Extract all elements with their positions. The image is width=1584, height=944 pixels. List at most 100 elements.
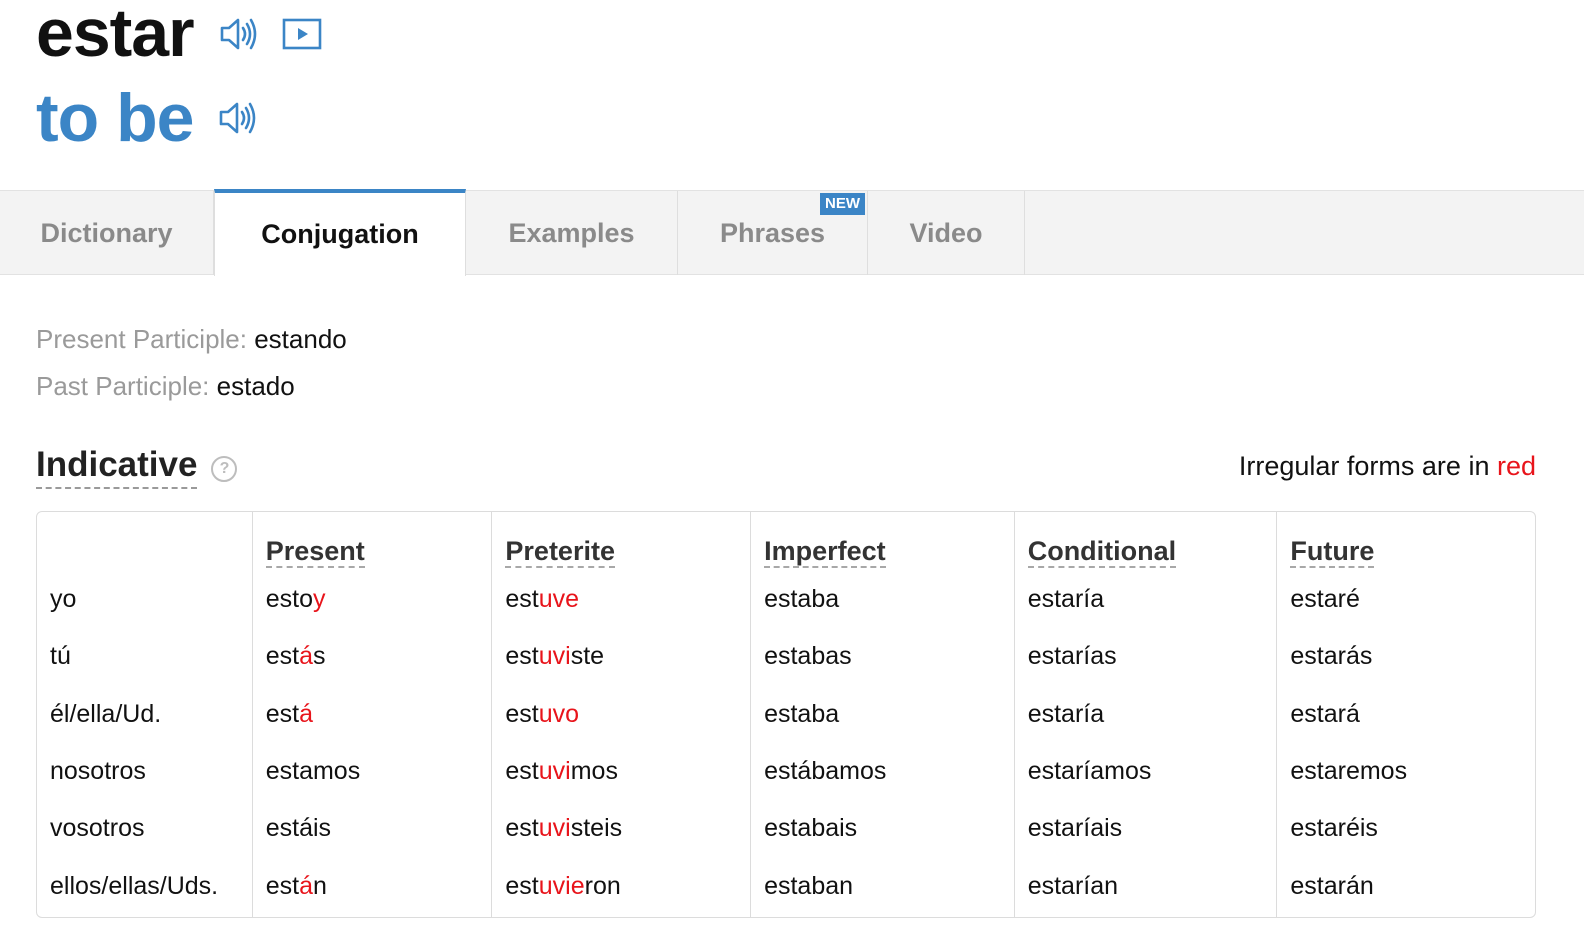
tab-phrases[interactable]: Phrases NEW xyxy=(678,191,868,275)
conjugation-cell[interactable]: estaréis xyxy=(1290,800,1535,857)
conjugation-cell[interactable]: estaré xyxy=(1290,571,1535,628)
tab-label: Phrases xyxy=(719,217,826,248)
tense-column-imperfect: Imperfect estaba estabas estaba estábamos est… xyxy=(751,512,1015,917)
tab-dictionary[interactable]: Dictionary xyxy=(0,191,214,275)
pronoun-cell: tú xyxy=(50,642,71,671)
form-irregular: uvi xyxy=(538,814,571,843)
conjugation-cell[interactable]: est uvi steis xyxy=(505,800,750,857)
form-regular: estaríamos xyxy=(1027,757,1152,786)
form-regular: estamos xyxy=(265,757,361,786)
past-participle-label: Past Participle: xyxy=(36,371,210,401)
tab-label: Conjugation xyxy=(261,219,419,249)
help-icon[interactable]: ? xyxy=(211,456,238,482)
tense-column-preterite: Preterite est uve est uvi ste est uvo est uvi mos e… xyxy=(492,512,752,917)
tense-header-label[interactable]: Future xyxy=(1290,536,1375,568)
conjugation-cell[interactable]: est uvie ron xyxy=(505,857,750,914)
conjugation-cell[interactable]: estarías xyxy=(1028,628,1277,685)
conjugation-cell[interactable]: estaríamos xyxy=(1028,743,1277,800)
conjugation-cell[interactable]: estaban xyxy=(764,857,1014,914)
conjugation-cell[interactable]: estaremos xyxy=(1290,743,1535,800)
new-badge: NEW xyxy=(820,193,865,215)
form-regular: est xyxy=(505,757,539,786)
tense-header-label[interactable]: Preterite xyxy=(505,536,615,568)
indicative-heading: Indicative ? xyxy=(36,445,238,489)
conjugation-cell[interactable]: est uve xyxy=(505,571,750,628)
form-regular: estabas xyxy=(764,642,852,671)
tab-video[interactable]: Video xyxy=(868,191,1025,275)
conjugation-cell[interactable]: est uvo xyxy=(505,686,750,743)
pronoun-column: yo tú él/ella/Ud. nosotros vosotros ellos/ell… xyxy=(37,512,253,917)
form-regular: estaban xyxy=(764,871,854,900)
pronoun-cell: ellos/ellas/Uds. xyxy=(50,871,219,900)
tense-column-present: Present esto y est á s est á estamos estáis est á n xyxy=(253,512,493,917)
conjugation-cell[interactable]: estaba xyxy=(764,571,1014,628)
present-participle-label: Present Participle: xyxy=(36,324,247,354)
word-header: estar to be xyxy=(36,0,322,160)
irregular-note: Irregular forms are in red xyxy=(1239,450,1536,482)
form-irregular: á xyxy=(299,699,313,728)
tense-header: Imperfect xyxy=(764,512,1014,568)
conjugation-cell[interactable]: estarán xyxy=(1290,857,1535,914)
speaker-icon[interactable] xyxy=(217,97,259,139)
conjugation-cell[interactable]: est á xyxy=(266,686,492,743)
conjugation-cell[interactable]: estarían xyxy=(1028,857,1277,914)
pronoun-cell: él/ella/Ud. xyxy=(50,699,162,728)
conjugation-cell[interactable]: esto y xyxy=(266,571,492,628)
conjugation-cell[interactable]: estamos xyxy=(266,743,492,800)
conjugation-cell[interactable]: estaría xyxy=(1028,571,1277,628)
form-regular: estarías xyxy=(1027,642,1117,671)
conjugation-cell[interactable]: est á n xyxy=(266,857,492,914)
conjugation-cell[interactable]: estabas xyxy=(764,628,1014,685)
spanish-word-row: estar xyxy=(36,0,322,68)
conjugation-cell[interactable]: estaríais xyxy=(1028,800,1277,857)
conjugation-cell[interactable]: estaría xyxy=(1028,686,1277,743)
conjugation-cell[interactable]: estarás xyxy=(1290,628,1535,685)
conjugation-cell[interactable]: est á s xyxy=(266,628,492,685)
tense-header-label[interactable]: Imperfect xyxy=(764,536,886,568)
form-irregular: uve xyxy=(538,585,580,614)
form-regular: ste xyxy=(570,642,605,671)
conjugation-cell[interactable]: estábamos xyxy=(764,743,1014,800)
tense-header-label[interactable]: Conditional xyxy=(1027,536,1177,568)
indicative-title[interactable]: Indicative xyxy=(36,445,198,489)
form-regular: estaba xyxy=(764,585,840,614)
conjugation-cell[interactable]: estaba xyxy=(764,686,1014,743)
tab-label: Dictionary xyxy=(40,217,173,248)
conjugation-cell[interactable]: estabais xyxy=(764,800,1014,857)
form-regular: estabais xyxy=(764,814,858,843)
irregular-note-red: red xyxy=(1496,451,1536,481)
tense-header-label[interactable]: Present xyxy=(265,536,365,568)
form-irregular: uvi xyxy=(538,757,571,786)
pronoun-header xyxy=(50,512,252,568)
form-irregular: y xyxy=(312,585,326,614)
pronoun-cell: vosotros xyxy=(50,814,145,843)
form-regular: est xyxy=(505,642,539,671)
tab-examples[interactable]: Examples xyxy=(466,191,678,275)
form-irregular: uvie xyxy=(538,871,585,900)
irregular-note-text: Irregular forms are in xyxy=(1238,451,1497,481)
form-regular: steis xyxy=(570,814,623,843)
section-tabs: Dictionary Conjugation Examples Phrases … xyxy=(0,189,1584,276)
conjugation-cell[interactable]: est uvi ste xyxy=(505,628,750,685)
form-regular: estará xyxy=(1290,699,1360,728)
tab-label: Examples xyxy=(508,217,635,248)
spanish-headword: estar xyxy=(36,0,195,71)
form-regular: esto xyxy=(265,585,313,614)
conjugation-cell[interactable]: estáis xyxy=(266,800,492,857)
conjugation-table: yo tú él/ella/Ud. nosotros vosotros ellos/ell… xyxy=(36,511,1536,918)
conjugation-cell[interactable]: estará xyxy=(1290,686,1535,743)
tense-column-future: Future estaré estarás estará estaremos estaré… xyxy=(1277,512,1535,917)
play-video-icon[interactable] xyxy=(282,17,322,51)
tense-column-conditional: Conditional estaría estarías estaría estaría… xyxy=(1015,512,1278,917)
tab-conjugation[interactable]: Conjugation xyxy=(214,189,466,276)
tense-header: Future xyxy=(1290,512,1535,568)
speaker-icon[interactable] xyxy=(218,13,260,55)
form-regular: s xyxy=(312,642,326,671)
form-regular: estaría xyxy=(1027,585,1105,614)
form-regular: estaría xyxy=(1027,699,1105,728)
english-translation[interactable]: to be xyxy=(36,84,194,152)
tab-label: Video xyxy=(909,217,983,248)
form-regular: estarían xyxy=(1027,871,1119,900)
form-regular: estaréis xyxy=(1290,814,1378,843)
conjugation-cell[interactable]: est uvi mos xyxy=(505,743,750,800)
